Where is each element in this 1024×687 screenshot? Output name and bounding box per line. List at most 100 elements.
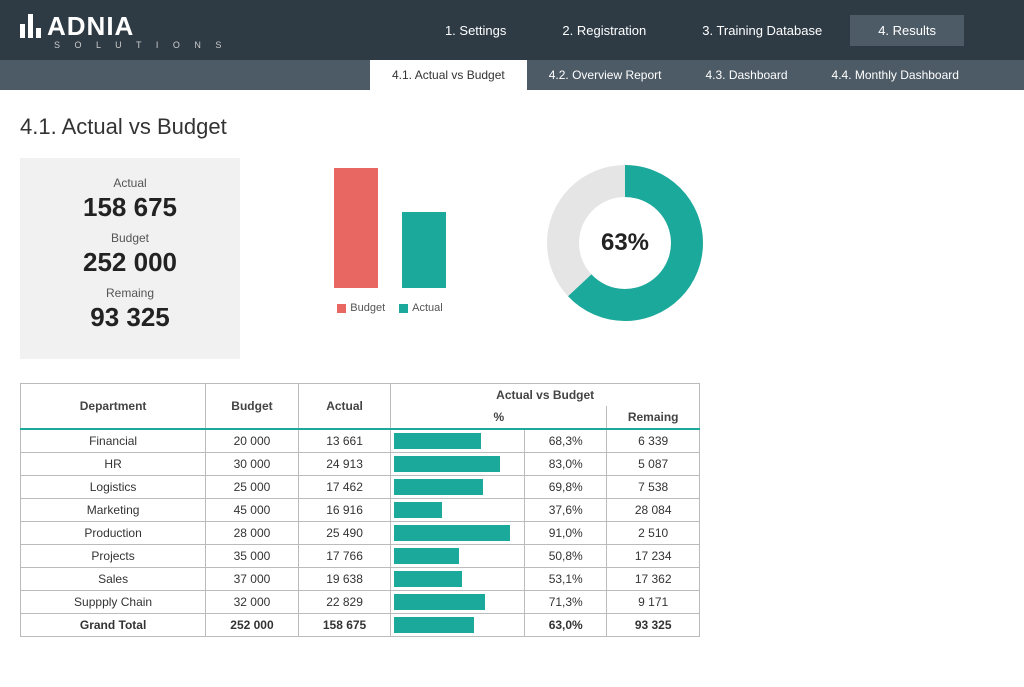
cell-budget: 28 000 <box>206 522 299 545</box>
cell-actual: 25 490 <box>298 522 391 545</box>
row-bar <box>394 525 509 541</box>
cell-budget: 37 000 <box>206 568 299 591</box>
cell-remaining: 2 510 <box>607 522 700 545</box>
nav-training-database[interactable]: 3. Training Database <box>674 15 850 46</box>
bar-chart-legend: Budget Actual <box>300 302 480 314</box>
sub-nav: 4.1. Actual vs Budget 4.2. Overview Repo… <box>0 60 1024 90</box>
th-percent: % <box>391 406 607 429</box>
legend-actual: Actual <box>399 302 443 314</box>
cell-actual: 13 661 <box>298 429 391 453</box>
cell-percent: 37,6% <box>525 499 607 522</box>
nav-settings[interactable]: 1. Settings <box>417 15 534 46</box>
main-nav: 1. Settings 2. Registration 3. Training … <box>417 15 964 46</box>
table-row: Financial20 00013 661 68,3%6 339 <box>21 429 700 453</box>
donut-percent-label: 63% <box>601 229 649 257</box>
cell-percent: 68,3% <box>525 429 607 453</box>
cell-dept: Sales <box>21 568 206 591</box>
donut-chart: 63% <box>540 158 710 328</box>
cell-dept: Projects <box>21 545 206 568</box>
summary-remaining-label: Remaing <box>30 286 230 300</box>
row-bar <box>394 456 499 472</box>
table-row: Logistics25 00017 462 69,8%7 538 <box>21 476 700 499</box>
subnav-overview-report[interactable]: 4.2. Overview Report <box>527 60 684 90</box>
table-row: Marketing45 00016 91637,6%28 084 <box>21 499 700 522</box>
cell-percent: 71,3% <box>525 591 607 614</box>
cell-bar <box>391 522 525 545</box>
cell-dept: Financial <box>21 429 206 453</box>
cell-budget: 45 000 <box>206 499 299 522</box>
nav-registration[interactable]: 2. Registration <box>534 15 674 46</box>
row-bar <box>394 594 484 610</box>
th-department: Department <box>21 384 206 430</box>
page-title: 4.1. Actual vs Budget <box>20 114 1004 140</box>
row-bar <box>394 479 482 495</box>
cell-bar <box>391 453 525 476</box>
brand-logo: ADNIA S O L U T I O N S <box>20 11 227 50</box>
summary-card: Actual 158 675 Budget 252 000 Remaing 93… <box>20 158 240 359</box>
cell-percent: 53,1% <box>525 568 607 591</box>
cell-budget: 32 000 <box>206 591 299 614</box>
cell-bar <box>391 499 525 522</box>
actual-vs-budget-table: Department Budget Actual Actual vs Budge… <box>20 383 700 637</box>
cell-bar <box>391 568 525 591</box>
cell-budget: 25 000 <box>206 476 299 499</box>
table-row: Sales37 00019 638 53,1%17 362 <box>21 568 700 591</box>
cell-budget: 30 000 <box>206 453 299 476</box>
cell-actual: 22 829 <box>298 591 391 614</box>
cell-bar <box>391 545 525 568</box>
cell-remaining: 93 325 <box>607 614 700 637</box>
table-row: Projects35 00017 76650,8%17 234 <box>21 545 700 568</box>
subnav-dashboard[interactable]: 4.3. Dashboard <box>683 60 809 90</box>
cell-percent: 69,8% <box>525 476 607 499</box>
cell-remaining: 17 362 <box>607 568 700 591</box>
cell-remaining: 7 538 <box>607 476 700 499</box>
row-bar <box>394 571 461 587</box>
th-actual: Actual <box>298 384 391 430</box>
cell-percent: 63,0% <box>525 614 607 637</box>
cell-bar <box>391 476 525 499</box>
subnav-monthly-dashboard[interactable]: 4.4. Monthly Dashboard <box>810 60 981 90</box>
cell-actual: 19 638 <box>298 568 391 591</box>
bar-budget <box>334 168 378 288</box>
cell-remaining: 17 234 <box>607 545 700 568</box>
row-bar <box>394 617 474 633</box>
cell-actual: 17 766 <box>298 545 391 568</box>
bar-chart: Budget Actual <box>300 158 480 314</box>
legend-budget-swatch <box>337 304 346 313</box>
table-row: Production28 00025 49091,0%2 510 <box>21 522 700 545</box>
cell-budget: 252 000 <box>206 614 299 637</box>
cell-remaining: 6 339 <box>607 429 700 453</box>
cell-percent: 91,0% <box>525 522 607 545</box>
cell-remaining: 5 087 <box>607 453 700 476</box>
table-row: Suppply Chain32 00022 82971,3%9 171 <box>21 591 700 614</box>
summary-actual-label: Actual <box>30 176 230 190</box>
legend-budget: Budget <box>337 302 385 314</box>
cell-percent: 50,8% <box>525 545 607 568</box>
cell-bar <box>391 429 525 453</box>
row-bar <box>394 433 481 449</box>
cell-actual: 24 913 <box>298 453 391 476</box>
bar-actual <box>402 212 446 288</box>
page-content: 4.1. Actual vs Budget Actual 158 675 Bud… <box>0 90 1024 637</box>
th-remaining: Remaing <box>607 406 700 429</box>
cell-remaining: 28 084 <box>607 499 700 522</box>
summary-budget-value: 252 000 <box>30 247 230 278</box>
brand-subtitle: S O L U T I O N S <box>54 40 227 50</box>
cell-bar <box>391 591 525 614</box>
row-bar <box>394 548 458 564</box>
th-budget: Budget <box>206 384 299 430</box>
cell-dept: HR <box>21 453 206 476</box>
subnav-actual-vs-budget[interactable]: 4.1. Actual vs Budget <box>370 60 527 90</box>
th-actual-vs-budget: Actual vs Budget <box>391 384 700 407</box>
cell-actual: 17 462 <box>298 476 391 499</box>
summary-actual-value: 158 675 <box>30 192 230 223</box>
cell-bar <box>391 614 525 637</box>
nav-results[interactable]: 4. Results <box>850 15 964 46</box>
cell-dept: Logistics <box>21 476 206 499</box>
cell-percent: 83,0% <box>525 453 607 476</box>
row-bar <box>394 502 442 518</box>
cell-budget: 20 000 <box>206 429 299 453</box>
cell-dept: Grand Total <box>21 614 206 637</box>
table-row: HR30 00024 913 83,0%5 087 <box>21 453 700 476</box>
bars-icon <box>20 14 41 38</box>
